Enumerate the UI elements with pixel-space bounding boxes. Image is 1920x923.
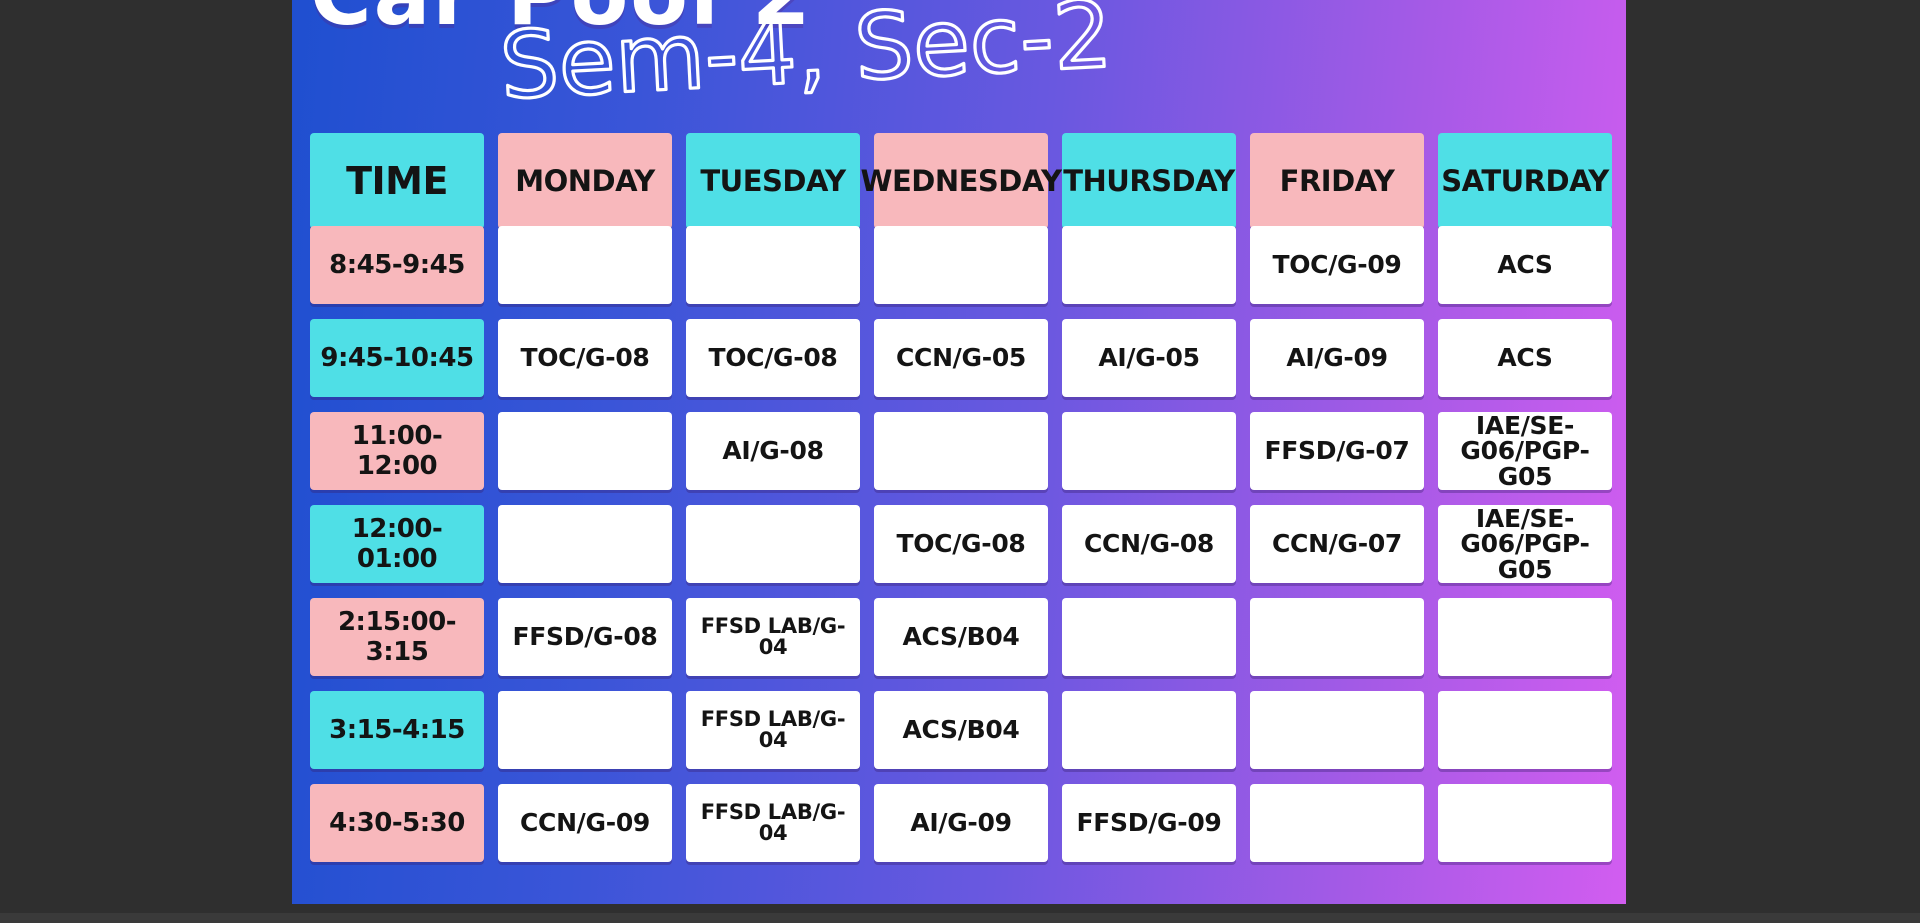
class-cell-monday-slot-3 (498, 412, 672, 490)
class-cell-thursday-slot-3 (1062, 412, 1236, 490)
class-cell-monday-slot-2: TOC/G-08 (498, 319, 672, 397)
timetable-poster: Car Pool 2 Sem-4, Sec-2 TIME MONDAY TUES… (292, 0, 1626, 904)
class-cell-wednesday-slot-6: ACS/B04 (874, 691, 1048, 769)
class-cell-saturday-slot-7 (1438, 784, 1612, 862)
header-thursday: THURSDAY (1062, 133, 1236, 229)
class-cell-thursday-slot-5 (1062, 598, 1236, 676)
window-bottom-edge (0, 913, 1920, 923)
class-cell-friday-slot-5 (1250, 598, 1424, 676)
time-slot-3: 11:00-12:00 (310, 412, 484, 490)
class-cell-thursday-slot-7: FFSD/G-09 (1062, 784, 1236, 862)
header-friday: FRIDAY (1250, 133, 1424, 229)
class-cell-thursday-slot-1 (1062, 226, 1236, 304)
class-cell-monday-slot-5: FFSD/G-08 (498, 598, 672, 676)
class-cell-thursday-slot-6 (1062, 691, 1236, 769)
class-cell-tuesday-slot-2: TOC/G-08 (686, 319, 860, 397)
time-slot-5: 2:15:00-3:15 (310, 598, 484, 676)
header-saturday: SATURDAY (1438, 133, 1612, 229)
class-cell-wednesday-slot-3 (874, 412, 1048, 490)
time-slot-7: 4:30-5:30 (310, 784, 484, 862)
class-cell-tuesday-slot-3: AI/G-08 (686, 412, 860, 490)
class-cell-wednesday-slot-5: ACS/B04 (874, 598, 1048, 676)
time-slot-2: 9:45-10:45 (310, 319, 484, 397)
class-cell-tuesday-slot-5: FFSD LAB/G-04 (686, 598, 860, 676)
class-cell-tuesday-slot-7: FFSD LAB/G-04 (686, 784, 860, 862)
class-cell-thursday-slot-4: CCN/G-08 (1062, 505, 1236, 583)
time-slot-6: 3:15-4:15 (310, 691, 484, 769)
class-cell-monday-slot-7: CCN/G-09 (498, 784, 672, 862)
poster-title: Car Pool 2 (310, 0, 812, 44)
class-cell-friday-slot-1: TOC/G-09 (1250, 226, 1424, 304)
class-cell-saturday-slot-4: IAE/SE- G06/PGP-G05 (1438, 505, 1612, 583)
class-cell-wednesday-slot-7: AI/G-09 (874, 784, 1048, 862)
class-cell-friday-slot-6 (1250, 691, 1424, 769)
time-slot-1: 8:45-9:45 (310, 226, 484, 304)
class-cell-monday-slot-4 (498, 505, 672, 583)
header-monday: MONDAY (498, 133, 672, 229)
time-slot-4: 12:00-01:00 (310, 505, 484, 583)
class-cell-saturday-slot-2: ACS (1438, 319, 1612, 397)
header-time: TIME (310, 133, 484, 229)
class-cell-saturday-slot-6 (1438, 691, 1612, 769)
class-cell-tuesday-slot-6: FFSD LAB/G-04 (686, 691, 860, 769)
timetable-grid: TIME MONDAY TUESDAY WEDNESDAY THURSDAY F… (310, 133, 1612, 862)
header-wednesday: WEDNESDAY (860, 133, 1062, 229)
class-cell-monday-slot-6 (498, 691, 672, 769)
class-cell-wednesday-slot-1 (874, 226, 1048, 304)
class-cell-saturday-slot-5 (1438, 598, 1612, 676)
class-cell-wednesday-slot-4: TOC/G-08 (874, 505, 1048, 583)
class-cell-monday-slot-1 (498, 226, 672, 304)
header-tuesday: TUESDAY (686, 133, 860, 229)
class-cell-thursday-slot-2: AI/G-05 (1062, 319, 1236, 397)
class-cell-tuesday-slot-1 (686, 226, 860, 304)
class-cell-tuesday-slot-4 (686, 505, 860, 583)
class-cell-friday-slot-4: CCN/G-07 (1250, 505, 1424, 583)
class-cell-friday-slot-7 (1250, 784, 1424, 862)
class-cell-friday-slot-3: FFSD/G-07 (1250, 412, 1424, 490)
class-cell-saturday-slot-1: ACS (1438, 226, 1612, 304)
class-cell-saturday-slot-3: IAE/SE- G06/PGP-G05 (1438, 412, 1612, 490)
class-cell-wednesday-slot-2: CCN/G-05 (874, 319, 1048, 397)
class-cell-friday-slot-2: AI/G-09 (1250, 319, 1424, 397)
